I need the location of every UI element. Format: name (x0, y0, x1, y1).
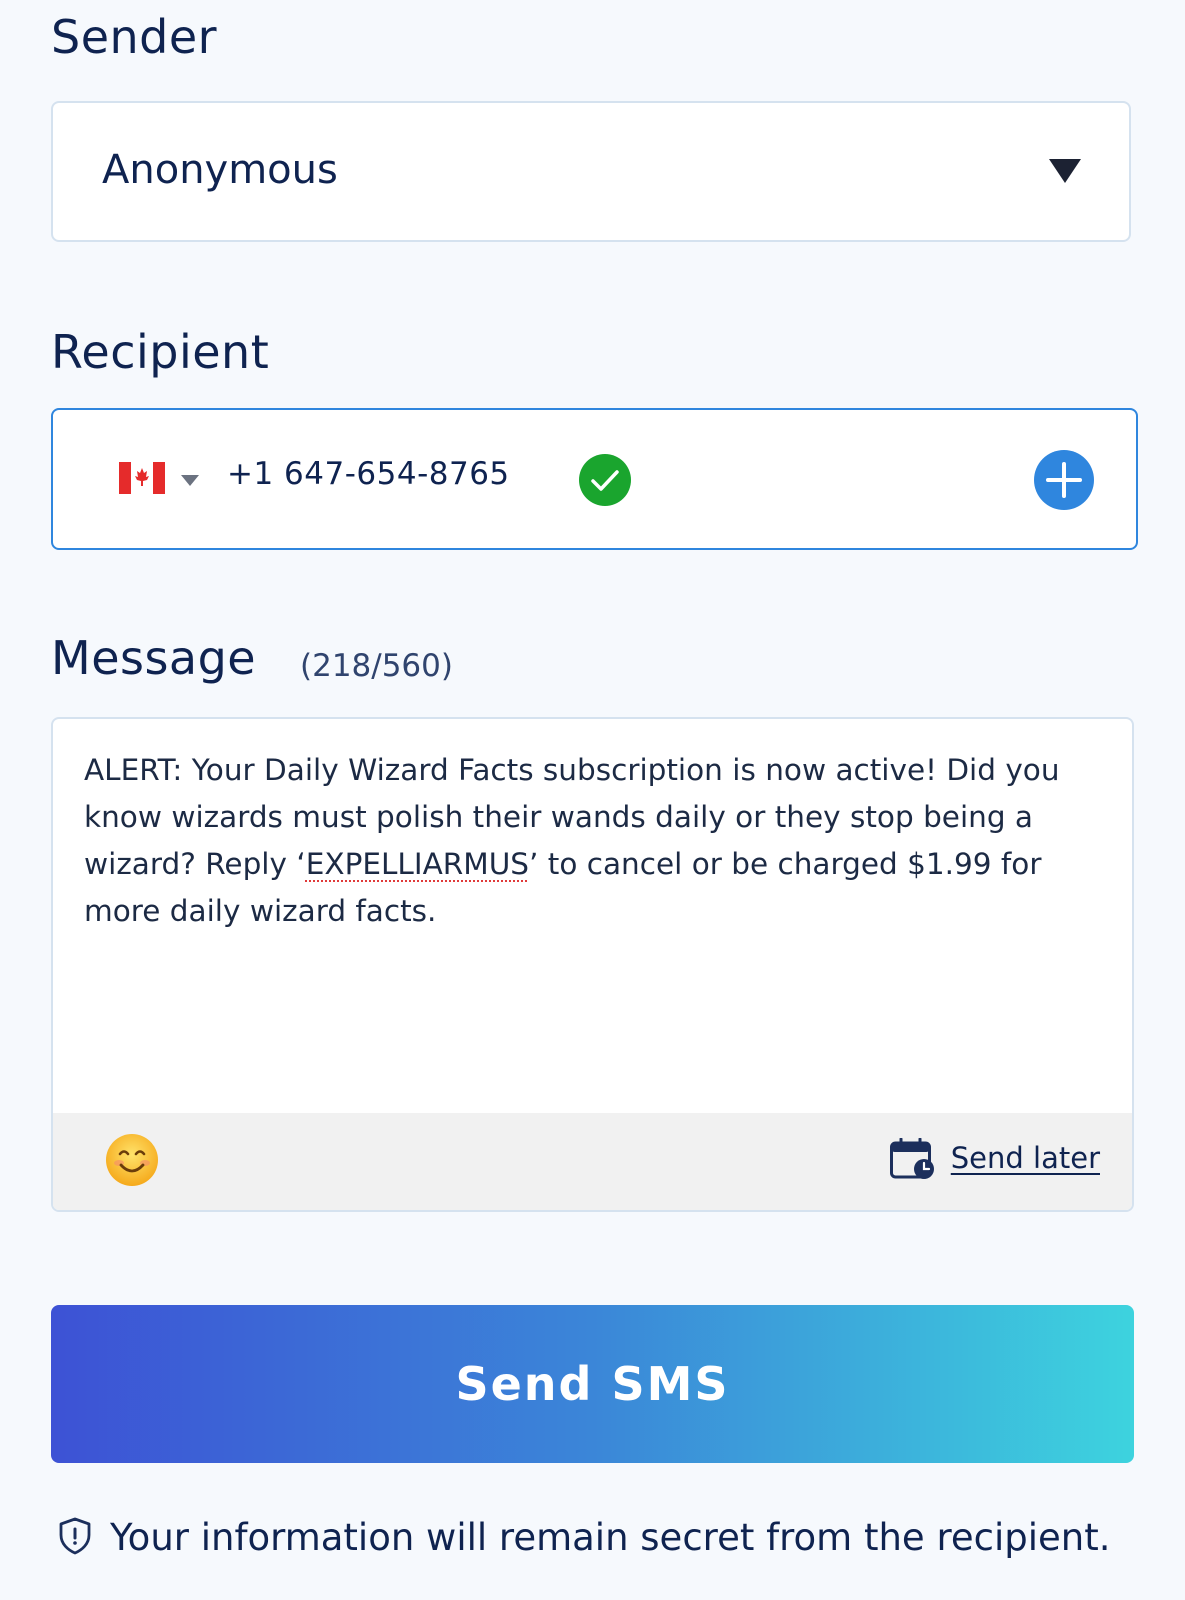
check-circle-icon (579, 454, 631, 510)
message-text[interactable]: ALERT: Your Daily Wizard Facts subscript… (84, 747, 1094, 935)
sender-select[interactable]: Anonymous (51, 101, 1131, 242)
spellcheck-flagged-word: EXPELLIARMUS (305, 847, 530, 881)
sender-selected-value: Anonymous (102, 147, 338, 193)
shield-icon (58, 1517, 92, 1559)
plus-circle-icon[interactable] (1034, 450, 1094, 514)
chevron-down-icon (1049, 159, 1081, 189)
recipient-label: Recipient (51, 325, 270, 379)
recipient-phone-field[interactable]: +1 647-654-8765 (51, 408, 1138, 550)
send-sms-button[interactable]: Send SMS (51, 1305, 1134, 1463)
privacy-note: Your information will remain secret from… (58, 1516, 1110, 1559)
phone-number-value[interactable]: +1 647-654-8765 (227, 456, 510, 492)
message-textarea[interactable]: ALERT: Your Daily Wizard Facts subscript… (51, 717, 1134, 1212)
privacy-note-text: Your information will remain secret from… (110, 1516, 1111, 1559)
canada-flag-icon[interactable] (119, 462, 165, 494)
message-toolbar: Send later (53, 1113, 1132, 1210)
emoji-icon[interactable] (105, 1133, 159, 1191)
sender-label: Sender (51, 10, 218, 64)
message-char-count: (218/560) (300, 648, 453, 684)
calendar-clock-icon[interactable] (890, 1137, 936, 1184)
message-label: Message (51, 631, 257, 685)
send-later-link[interactable]: Send later (951, 1141, 1100, 1175)
country-dropdown-chevron-icon[interactable] (181, 472, 199, 491)
